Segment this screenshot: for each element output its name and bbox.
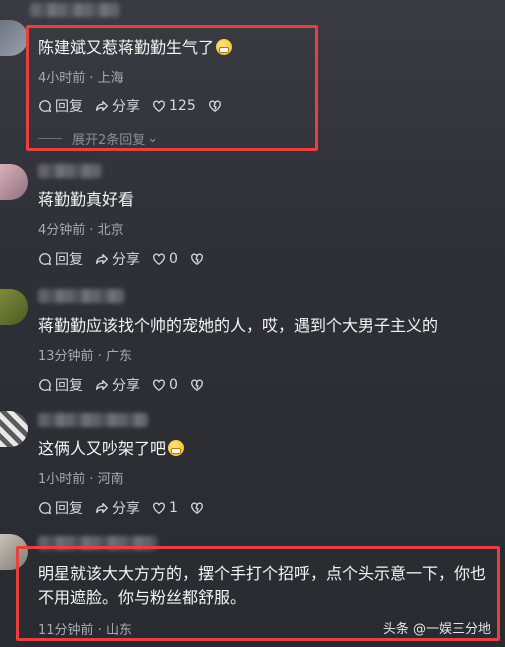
username-blurred: [38, 289, 124, 303]
comment-actions: 回复 分享 1: [38, 498, 219, 518]
like-button[interactable]: 0: [152, 377, 178, 393]
like-count: 0: [169, 251, 178, 267]
username-blurred: [38, 164, 102, 178]
broken-heart-icon: [191, 253, 203, 266]
dislike-button[interactable]: [190, 501, 207, 515]
avatar[interactable]: [0, 164, 28, 200]
share-button[interactable]: 分享: [95, 375, 140, 395]
comment-meta: 11分钟前 · 山东: [38, 623, 132, 638]
share-icon: [96, 100, 108, 112]
comment-text: 蒋勤勤应该找个帅的宠她的人，哎，遇到个大男子主义的: [38, 316, 439, 335]
comment-meta: 4分钟前 · 北京: [38, 223, 124, 238]
reply-icon: [39, 253, 52, 266]
comment-text: 蒋勤勤真好看: [38, 190, 135, 209]
heart-icon: [153, 253, 165, 266]
like-count: 1: [169, 500, 178, 516]
comment-actions: 回复 分享 125: [38, 96, 237, 116]
like-button[interactable]: 0: [152, 251, 178, 267]
broken-heart-icon: [191, 502, 203, 515]
comment-actions: 回复 分享 0: [38, 249, 219, 269]
comment-meta: 4小时前 · 上海: [38, 71, 124, 86]
reply-icon: [39, 379, 52, 392]
reply-button[interactable]: 回复: [38, 249, 83, 269]
comment-text: 陈建斌又惹蒋勤勤生气了: [38, 36, 493, 60]
like-count: 125: [169, 98, 196, 114]
avatar[interactable]: [0, 289, 28, 325]
broken-heart-icon: [191, 379, 203, 392]
share-button[interactable]: 分享: [95, 249, 140, 269]
reply-icon: [39, 502, 52, 515]
reply-button[interactable]: 回复: [38, 498, 83, 518]
share-icon: [96, 502, 108, 514]
reply-icon: [39, 100, 52, 113]
reply-button[interactable]: 回复: [38, 96, 83, 116]
like-button[interactable]: 1: [152, 500, 178, 516]
avatar[interactable]: [0, 20, 28, 56]
dislike-button[interactable]: [190, 378, 207, 392]
reply-button[interactable]: 回复: [38, 375, 83, 395]
like-count: 0: [169, 377, 178, 393]
username-blurred: [38, 536, 158, 550]
divider: [38, 138, 62, 139]
share-button[interactable]: 分享: [95, 498, 140, 518]
username-blurred: [30, 3, 120, 17]
avatar[interactable]: [0, 534, 28, 570]
comment-text: 这俩人又吵架了吧: [38, 437, 493, 461]
heart-icon: [153, 100, 165, 113]
dislike-button[interactable]: [190, 252, 207, 266]
username-blurred: [38, 413, 148, 427]
like-button[interactable]: 125: [152, 98, 196, 114]
share-icon: [96, 379, 108, 391]
watermark: 头条 @一娱三分地: [382, 622, 491, 637]
share-icon: [96, 253, 108, 265]
avatar[interactable]: [0, 411, 28, 447]
comment-text: 明星就该大大方方的，摆个手打个招呼，点个头示意一下，你也不用遮脸。你与粉丝都舒服…: [38, 564, 487, 607]
broken-heart-icon: [208, 100, 221, 113]
comment-actions: 回复 分享 0: [38, 375, 219, 395]
heart-icon: [153, 379, 165, 392]
comment-meta: 1小时前 · 河南: [38, 472, 124, 487]
dislike-button[interactable]: [208, 99, 225, 113]
comment-meta: 13分钟前 · 广东: [38, 349, 132, 364]
heart-icon: [153, 502, 165, 515]
grimace-emoji-icon: [216, 39, 233, 55]
grimace-emoji-icon: [168, 440, 185, 456]
expand-replies-button[interactable]: 展开2条回复 ⌄: [38, 129, 158, 148]
share-button[interactable]: 分享: [95, 96, 140, 116]
chevron-down-icon: ⌄: [147, 131, 159, 146]
